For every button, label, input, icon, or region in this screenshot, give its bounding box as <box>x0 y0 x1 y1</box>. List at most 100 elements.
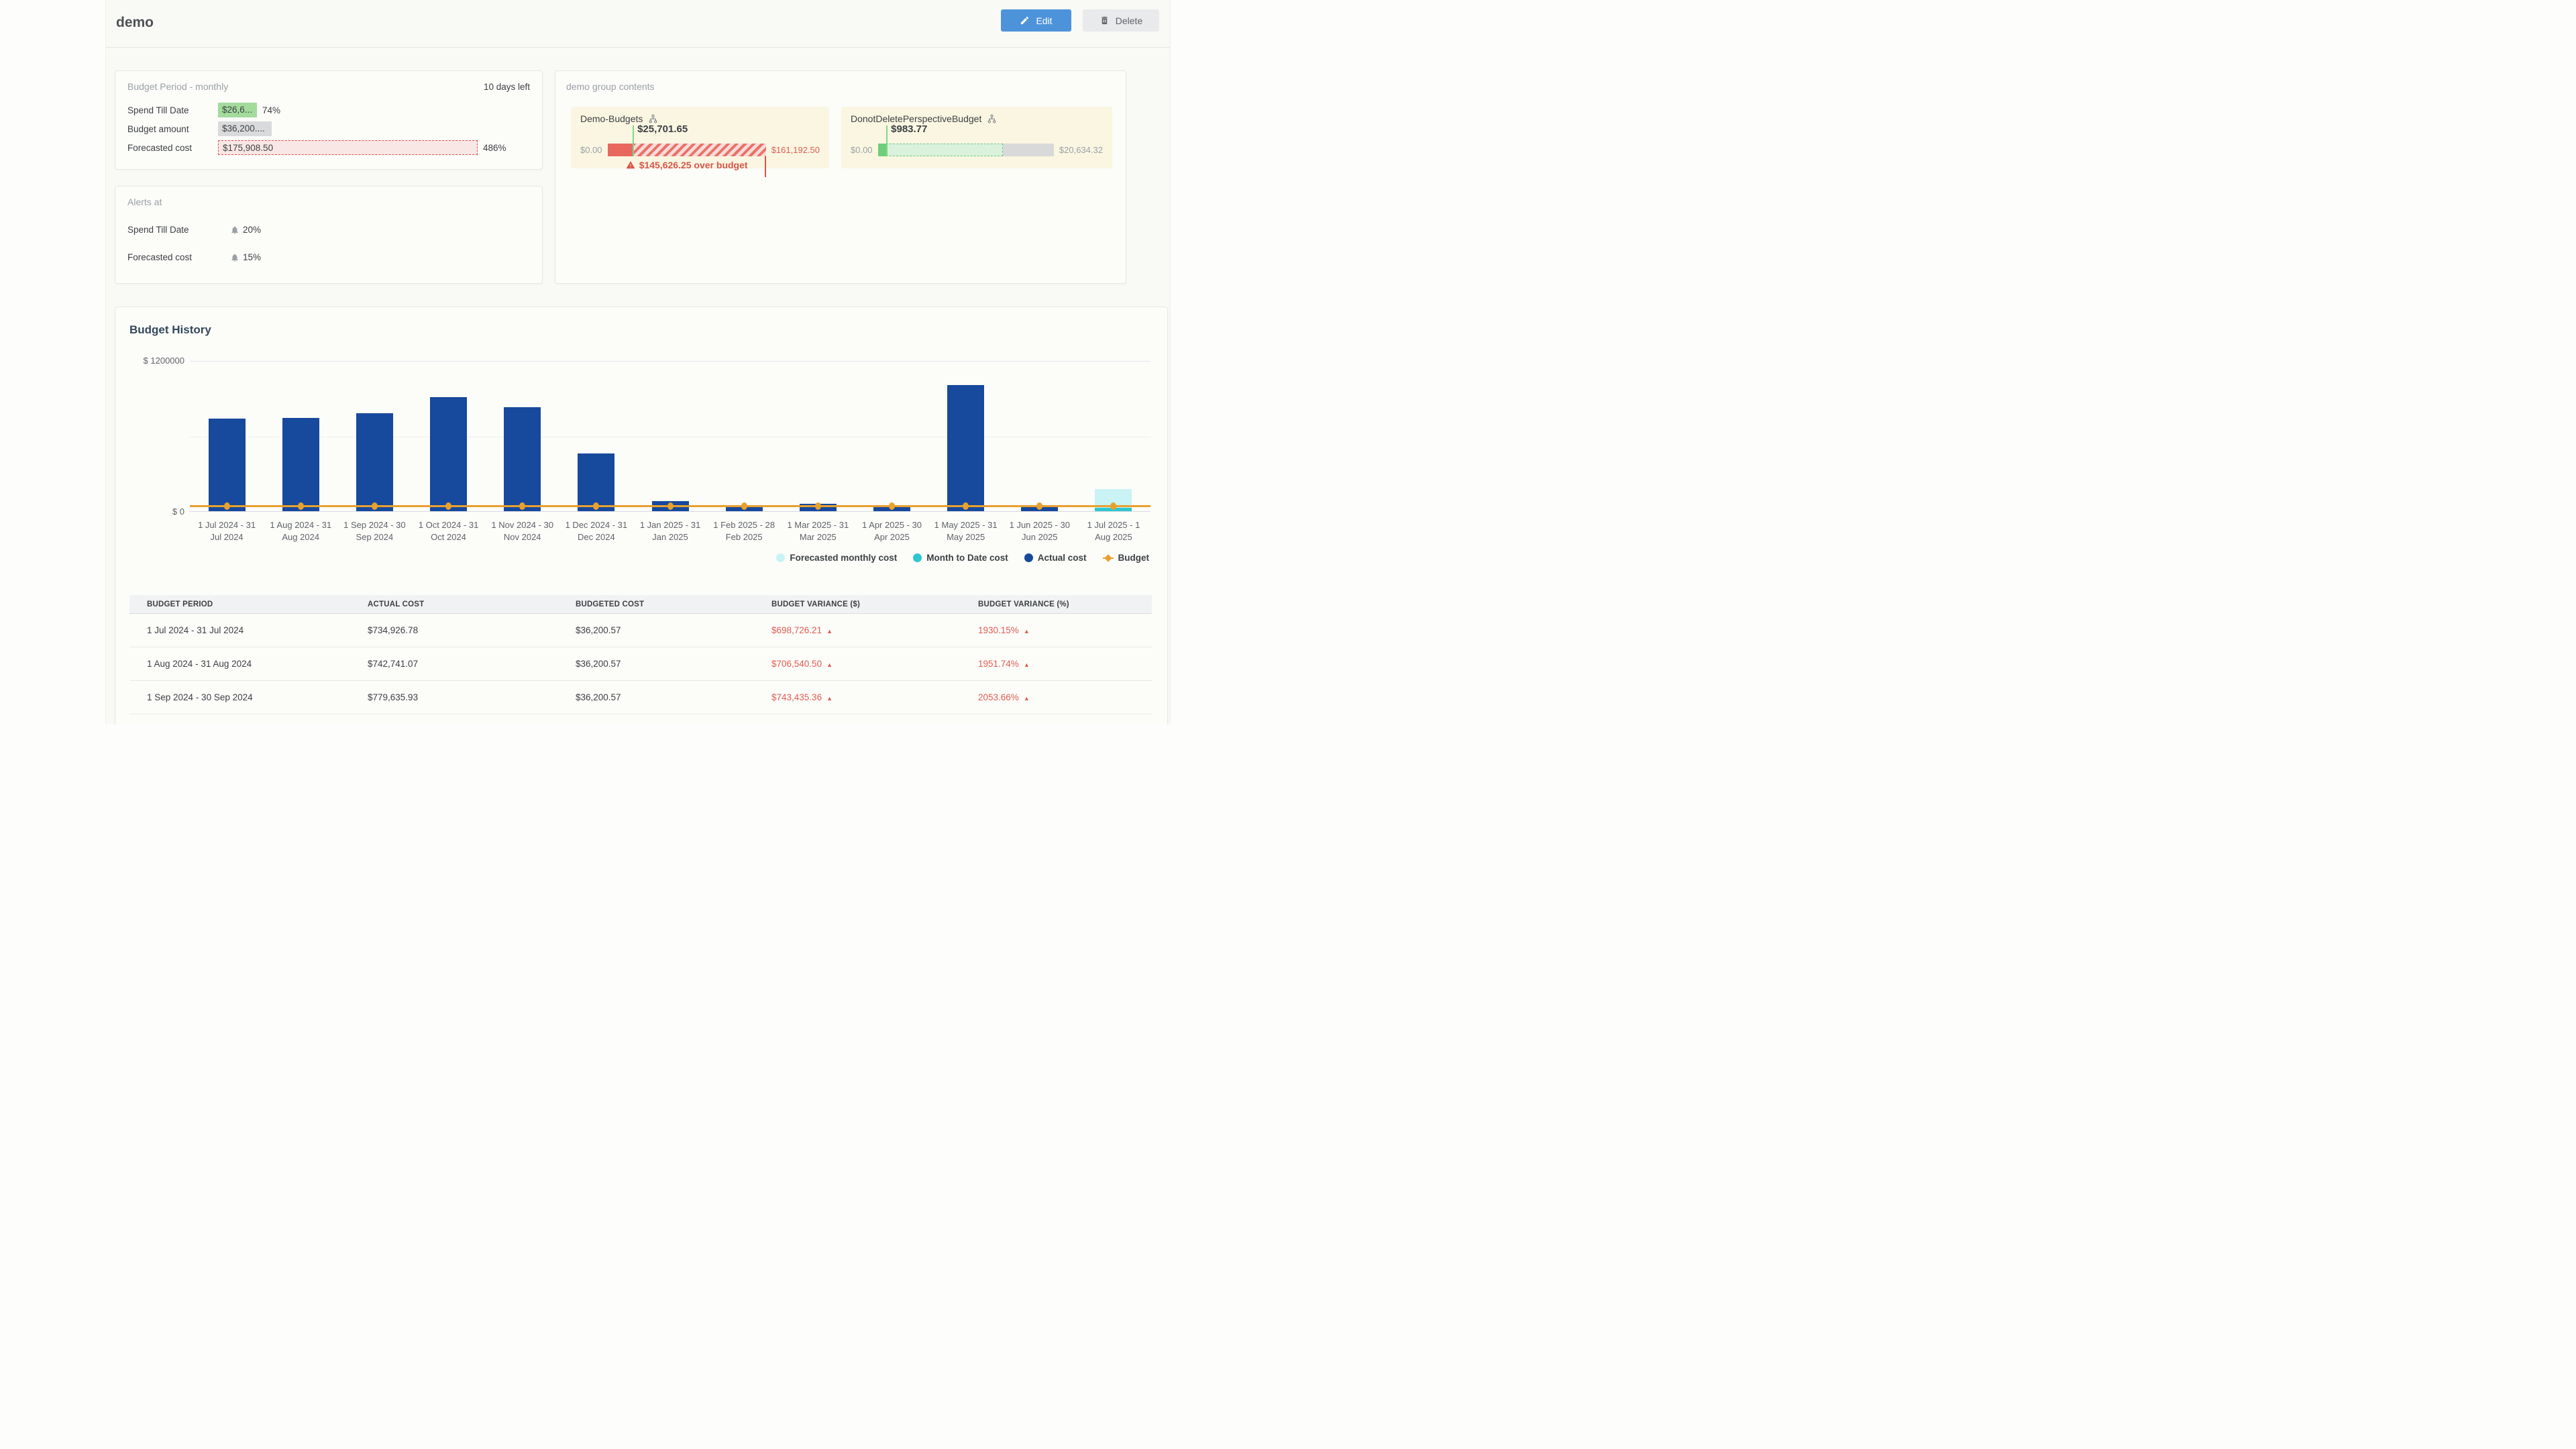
alert-row-value: 20% <box>230 225 261 235</box>
legend-swatch <box>1024 553 1033 562</box>
up-arrow-icon: ▲ <box>826 661 833 668</box>
legend-swatch <box>913 553 922 562</box>
x-axis-tick-label: 1 May 2025 - 31 May 2025 <box>929 519 1003 543</box>
budget-period-row: Spend Till Date$26,6...74% <box>127 101 530 119</box>
up-arrow-icon: ▲ <box>826 695 833 702</box>
cell-actual-cost: $734,926.78 <box>350 625 558 635</box>
cell-budget-variance-usd: $698,726.21▲ <box>754 625 961 635</box>
budget-tiles: Demo-Budgets $0.00 $145,626.25 over budget… <box>571 107 1126 168</box>
actual-cost-bar <box>209 419 246 511</box>
budget-history-table: BUDGET PERIODACTUAL COSTBUDGETED COSTBUD… <box>129 595 1152 714</box>
over-budget-segment <box>633 144 766 156</box>
cell-budget-variance-pct: 2053.66%▲ <box>961 692 1152 702</box>
forecast-segment <box>886 144 1003 156</box>
cell-budget-period: 1 Jul 2024 - 31 Jul 2024 <box>129 625 350 635</box>
cell-budget-variance-pct: 1930.15%▲ <box>961 625 1152 635</box>
budget-tile-bar: $145,626.25 over budget$25,701.65 <box>608 144 766 156</box>
x-axis-tick-label: 1 Feb 2025 - 28 Feb 2025 <box>707 519 781 543</box>
delete-button[interactable]: Delete <box>1083 9 1159 32</box>
group-contents-title: demo group contents <box>566 81 1126 92</box>
warning-icon <box>626 160 635 170</box>
chart-plot-area <box>190 361 1150 512</box>
actual-cost-bar <box>504 407 541 511</box>
cell-actual-cost: $742,741.07 <box>350 659 558 669</box>
legend-item-label: Month to Date cost <box>926 553 1008 563</box>
over-budget-text: $145,626.25 over budget <box>639 160 748 170</box>
x-axis-tick-label: 1 Aug 2024 - 31 Aug 2024 <box>264 519 337 543</box>
actual-cost-bar <box>282 418 319 511</box>
legend-item-label: Forecasted monthly cost <box>790 553 897 563</box>
x-axis-labels: 1 Jul 2024 - 31 Jul 20241 Aug 2024 - 31 … <box>190 519 1150 543</box>
budget-tile-min-label: $0.00 <box>580 145 602 155</box>
budget-line-point <box>298 502 304 510</box>
cell-budget-period: 1 Sep 2024 - 30 Sep 2024 <box>129 692 350 702</box>
x-axis-tick-label: 1 Apr 2025 - 30 Apr 2025 <box>855 519 928 543</box>
content-column: demo Edit Delete Budget Period - monthly… <box>105 0 1171 724</box>
remaining-segment <box>1003 144 1054 156</box>
page-title: demo <box>116 15 154 31</box>
budget-period-row: Budget amount$36,200.... <box>127 119 530 138</box>
legend-item[interactable]: Month to Date cost <box>913 553 1008 563</box>
budget-period-row-label: Forecasted cost <box>127 143 218 153</box>
budget-tile-bar-row: $0.00$145,626.25 over budget$25,701.65$1… <box>580 144 820 156</box>
budget-period-card: Budget Period - monthly 10 days left Spe… <box>115 70 543 170</box>
y-axis-max-label: $ 1200000 <box>121 356 184 366</box>
page: demo Edit Delete Budget Period - monthly… <box>0 0 1288 724</box>
budget-period-value-chip: $175,908.50 <box>218 140 478 155</box>
budget-line-point <box>741 502 747 510</box>
budget-tile-name-label: Demo-Budgets <box>580 113 643 124</box>
budget-tile-bar: $983.77 <box>878 144 1054 156</box>
days-left-label: 10 days left <box>484 82 530 92</box>
budget-line-point <box>815 502 821 510</box>
budget-period-value-chip: $26,6... <box>218 103 257 117</box>
budget-period-value-chip: $36,200.... <box>218 121 272 136</box>
table-header-cell: BUDGETED COST <box>558 600 754 608</box>
spend-marker-line <box>633 125 634 156</box>
cell-budget-variance-pct: 1951.74%▲ <box>961 659 1152 669</box>
perspective-icon <box>987 114 997 124</box>
table-header-cell: BUDGET VARIANCE (%) <box>961 600 1152 608</box>
spend-marker-value: $983.77 <box>891 123 927 135</box>
edit-button[interactable]: Edit <box>1001 9 1071 32</box>
pencil-icon <box>1020 15 1030 25</box>
budget-period-row: Forecasted cost$175,908.50 486% <box>127 138 530 157</box>
up-arrow-icon: ▲ <box>1024 628 1030 635</box>
up-arrow-icon: ▲ <box>826 628 833 635</box>
alerts-card: Alerts at Spend Till Date20%Forecasted c… <box>115 186 543 284</box>
group-contents-card: demo group contents Demo-Budgets $0.00 $14… <box>555 70 1126 284</box>
budget-tile-bar-row: $0.00$983.77$20,634.32 <box>851 144 1103 156</box>
legend-item-label: Budget <box>1118 553 1150 563</box>
actual-cost-bar <box>430 397 467 511</box>
up-arrow-icon: ▲ <box>1024 661 1030 668</box>
cell-budgeted-cost: $36,200.57 <box>558 625 754 635</box>
budget-tile[interactable]: DonotDeletePerspectiveBudget$0.00$983.77… <box>841 107 1112 168</box>
legend-swatch <box>776 553 785 562</box>
budget-tile-max-label: $20,634.32 <box>1059 145 1103 155</box>
budget-period-percent: 486% <box>483 143 506 153</box>
budget-tile[interactable]: Demo-Budgets $0.00 $145,626.25 over budget… <box>571 107 829 168</box>
budget-tile-name[interactable]: DonotDeletePerspectiveBudget <box>851 113 1103 124</box>
legend-item[interactable]: Budget <box>1103 553 1150 563</box>
budget-period-row-label: Budget amount <box>127 124 218 134</box>
table-row: 1 Aug 2024 - 31 Aug 2024$742,741.07$36,2… <box>129 647 1152 681</box>
budget-line-point <box>667 502 674 510</box>
alerts-card-title: Alerts at <box>127 197 530 207</box>
x-axis-tick-label: 1 Mar 2025 - 31 Mar 2025 <box>781 519 855 543</box>
table-header-cell: BUDGET PERIOD <box>129 600 350 608</box>
bell-icon <box>230 225 239 235</box>
legend-item[interactable]: Forecasted monthly cost <box>776 553 897 563</box>
table-row: 1 Sep 2024 - 30 Sep 2024$779,635.93$36,2… <box>129 681 1152 714</box>
x-axis-tick-label: 1 Jul 2025 - 1 Aug 2025 <box>1077 519 1150 543</box>
x-axis-tick-label: 1 Dec 2024 - 31 Dec 2024 <box>559 519 633 543</box>
legend-item[interactable]: Actual cost <box>1024 553 1087 563</box>
over-budget-label: $145,626.25 over budget <box>608 160 766 170</box>
perspective-icon <box>648 114 658 124</box>
legend-item-label: Actual cost <box>1038 553 1087 563</box>
up-arrow-icon: ▲ <box>1024 695 1030 702</box>
budget-tile-name[interactable]: Demo-Budgets <box>580 113 820 124</box>
cell-actual-cost: $779,635.93 <box>350 692 558 702</box>
axis-baseline <box>190 511 1150 512</box>
spend-marker-line <box>886 125 888 156</box>
alert-threshold: 20% <box>243 225 261 235</box>
alert-row-label: Forecasted cost <box>127 252 230 262</box>
